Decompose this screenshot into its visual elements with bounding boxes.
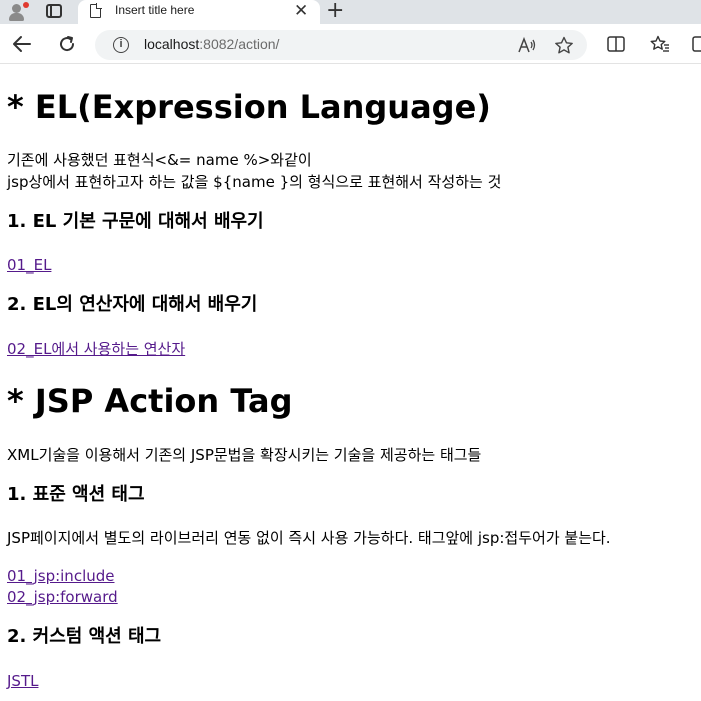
el-title: * EL(Expression Language) xyxy=(7,88,491,126)
el-description-line1: 기존에 사용했던 표현식<&= name %>와같이 xyxy=(7,151,312,169)
el-operator-heading: 2. EL의 연산자에 대해서 배우기 xyxy=(7,294,258,315)
jsp-forward-link[interactable]: 02_jsp:forward xyxy=(7,587,118,608)
info-icon[interactable]: i xyxy=(113,37,129,53)
favorite-icon[interactable] xyxy=(554,36,574,54)
el-basic-link[interactable]: 01_EL xyxy=(7,255,51,276)
profile-icon[interactable] xyxy=(6,2,29,22)
custom-action-heading: 2. 커스텀 액션 태그 xyxy=(7,626,162,647)
page-icon xyxy=(90,3,102,18)
address-bar[interactable]: i localhost:8082/action/ xyxy=(95,30,587,60)
jstl-link[interactable]: JSTL xyxy=(7,671,38,692)
url-text[interactable]: localhost:8082/action/ xyxy=(144,36,279,52)
favorites-icon[interactable] xyxy=(650,35,670,53)
el-operator-link[interactable]: 02_EL에서 사용하는 연산자 xyxy=(7,339,185,360)
browser-toolbar: i localhost:8082/action/ xyxy=(0,24,701,64)
jsp-action-description: XML기술을 이용해서 기존의 JSP문법을 확장시키는 기술을 제공하는 태그… xyxy=(7,446,482,464)
read-aloud-icon[interactable] xyxy=(517,36,537,54)
collections-icon[interactable] xyxy=(691,36,701,52)
tab-strip: Insert title here ✕ + xyxy=(0,0,701,24)
standard-action-description: JSP페이지에서 별도의 라이브러리 연동 없이 즉시 사용 가능하다. 태그앞… xyxy=(7,529,611,547)
jsp-action-title: * JSP Action Tag xyxy=(7,382,293,420)
tab-title: Insert title here xyxy=(115,3,195,17)
close-icon[interactable]: ✕ xyxy=(294,1,308,21)
el-basic-heading: 1. EL 기본 구문에 대해서 배우기 xyxy=(7,211,264,232)
page-content: * EL(Expression Language) 기존에 사용했던 표현식<&… xyxy=(0,65,701,701)
back-icon[interactable] xyxy=(12,35,32,53)
tab-actions-icon[interactable] xyxy=(46,4,62,18)
el-description-line2: jsp상에서 표현하고자 하는 값을 ${name }의 형식으로 표현해서 작… xyxy=(7,173,502,191)
standard-action-heading: 1. 표준 액션 태그 xyxy=(7,484,145,505)
browser-tab[interactable]: Insert title here ✕ xyxy=(78,0,320,24)
refresh-icon[interactable] xyxy=(57,34,77,54)
jsp-include-link[interactable]: 01_jsp:include xyxy=(7,566,115,587)
split-screen-icon[interactable] xyxy=(607,36,625,52)
new-tab-icon[interactable]: + xyxy=(326,0,344,23)
